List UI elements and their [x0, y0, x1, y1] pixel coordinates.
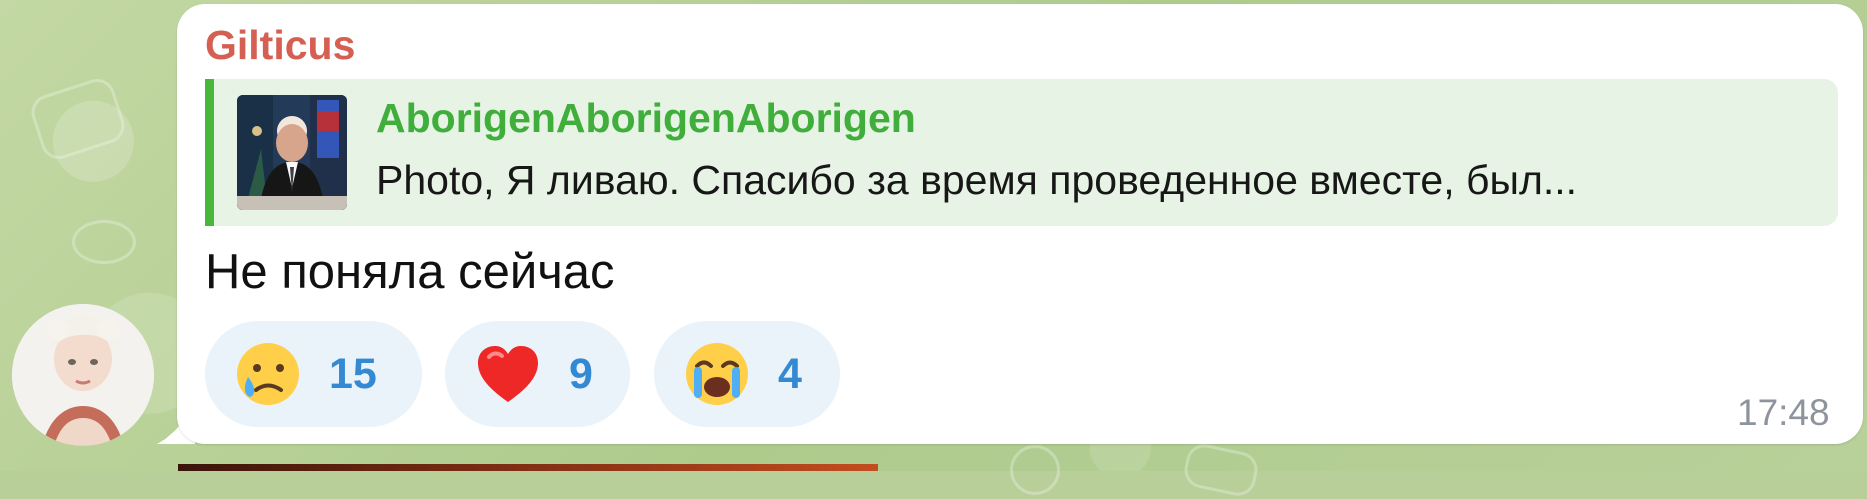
reply-preview[interactable]: AborigenAborigenAborigen Photo, Я ливаю.… — [205, 79, 1838, 226]
reaction-count: 15 — [329, 349, 377, 398]
reply-author: AborigenAborigenAborigen — [376, 95, 916, 141]
reaction-crying-face[interactable]: 15 — [205, 321, 422, 427]
reaction-heart[interactable]: 9 — [445, 321, 630, 427]
message-timestamp: 17:48 — [1737, 392, 1830, 433]
background-doodle — [72, 220, 136, 264]
reply-preview-text: Photo, Я ливаю. Спасибо за время проведе… — [376, 157, 1578, 203]
reply-thumbnail — [237, 95, 347, 210]
message-text: Не поняла сейчас — [205, 245, 615, 299]
avatar[interactable] — [12, 304, 154, 446]
crying-face-icon — [233, 339, 303, 409]
background-doodle — [1010, 445, 1060, 495]
next-message-image-preview — [178, 464, 878, 471]
reaction-count: 4 — [778, 349, 802, 398]
loudly-crying-face-icon — [682, 339, 752, 409]
background-doodle — [1181, 440, 1261, 499]
background-doodle — [26, 74, 130, 164]
reaction-loudly-crying-face[interactable]: 4 — [654, 321, 840, 427]
reaction-count: 9 — [569, 349, 593, 398]
sender-name[interactable]: Gilticus — [205, 22, 355, 69]
heart-icon — [473, 339, 543, 409]
